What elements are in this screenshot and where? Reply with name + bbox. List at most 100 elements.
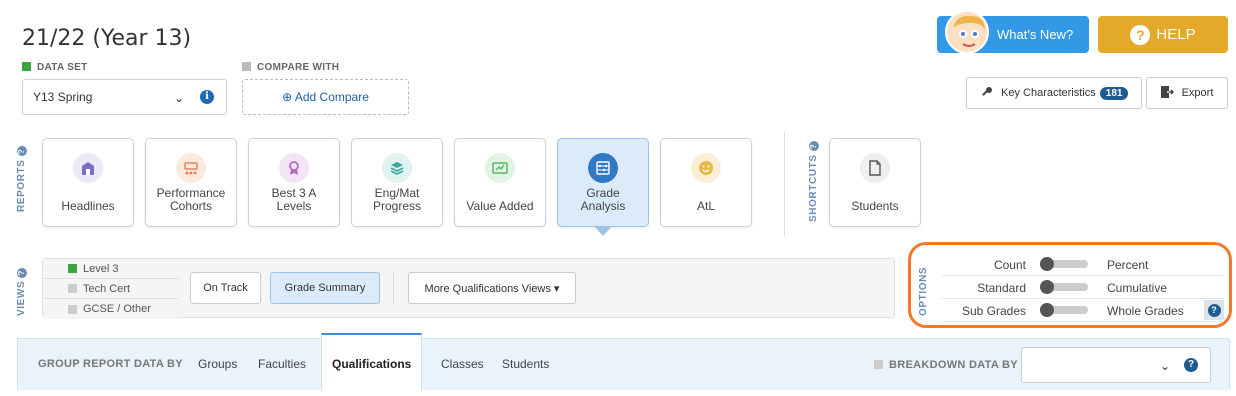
section-divider: [784, 132, 785, 236]
card-line2: Students: [851, 199, 899, 213]
level-color-square: [68, 264, 77, 273]
award-icon: [279, 153, 309, 183]
reports-text: REPORTS: [16, 159, 27, 212]
card-line2: Analysis: [580, 199, 626, 213]
help-label: HELP: [1156, 26, 1196, 43]
key-count-badge: 181: [1099, 86, 1129, 100]
standard-cumulative-toggle[interactable]: [1040, 280, 1088, 294]
help-icon[interactable]: ?: [1184, 358, 1198, 372]
help-button[interactable]: ? HELP: [1098, 16, 1228, 53]
export-label: Export: [1181, 87, 1214, 99]
cohorts-icon: [176, 153, 206, 183]
dataset-label-text: DATA SET: [37, 62, 88, 73]
report-card-value-added[interactable]: Value Added: [454, 138, 546, 227]
breakdown-select[interactable]: ⌄ ?: [1021, 347, 1211, 383]
breakdown-color-square: [874, 360, 883, 369]
help-icon[interactable]: ?: [17, 267, 27, 278]
level-item-tech-cert[interactable]: Tech Cert: [43, 279, 178, 299]
group-by-bar: GROUP REPORT DATA BY Groups Faculties Qu…: [17, 333, 1230, 391]
reports-section-label: REPORTS?: [16, 146, 27, 212]
compare-color-square: [242, 62, 251, 71]
card-line2: AtL: [696, 199, 715, 213]
card-line2: Headlines: [61, 199, 115, 213]
option-right-label: Whole Grades: [1107, 304, 1184, 318]
grade-summary-button[interactable]: Grade Summary: [270, 272, 380, 304]
card-line2: Levels: [276, 199, 312, 213]
option-left-label: Sub Grades: [961, 304, 1026, 318]
toggle-knob: [1040, 257, 1054, 271]
breakdown-label: BREAKDOWN DATA BY: [874, 359, 1018, 371]
chevron-down-icon: ⌄: [173, 91, 184, 105]
tab-students[interactable]: Students: [502, 357, 549, 371]
breakdown-label-text: BREAKDOWN DATA BY: [889, 359, 1018, 371]
toggle-knob: [1040, 303, 1054, 317]
export-button[interactable]: Export: [1146, 77, 1228, 109]
help-icon[interactable]: ?: [809, 141, 819, 152]
abacus-icon: [588, 153, 618, 183]
whats-new-label: What's New?: [997, 27, 1074, 42]
shortcuts-text: SHORTCUTS: [808, 154, 819, 222]
level-label: Level 3: [83, 262, 119, 275]
report-card-performance-cohorts[interactable]: Performance Cohorts: [145, 138, 237, 227]
views-panel: Level 3 Tech Cert GCSE / Other On Track …: [42, 258, 895, 319]
on-track-button[interactable]: On Track: [190, 272, 261, 304]
count-percent-toggle[interactable]: [1040, 257, 1088, 271]
option-row-standard-cumulative: Standard Cumulative: [942, 277, 1224, 299]
report-card-best-3-a-levels[interactable]: Best 3 A Levels: [248, 138, 340, 227]
options-help-button[interactable]: ?: [1204, 300, 1224, 320]
value-added-icon: [485, 153, 515, 183]
key-characteristics-button[interactable]: Key Characteristics 181: [966, 77, 1142, 109]
headlines-icon: [73, 153, 103, 183]
option-left-label: Standard: [977, 281, 1026, 295]
views-divider: [393, 271, 394, 305]
key-characteristics-label: Key Characteristics: [1001, 87, 1096, 99]
option-right-label: Cumulative: [1107, 281, 1168, 295]
subgrades-wholegrades-toggle[interactable]: [1040, 303, 1088, 317]
option-right-label: Percent: [1107, 258, 1149, 272]
help-icon[interactable]: ?: [17, 146, 27, 157]
more-qualifications-views-button[interactable]: More Qualifications Views ▾: [408, 272, 576, 304]
report-card-eng-mat-progress[interactable]: Eng/Mat Progress: [351, 138, 443, 227]
tab-groups[interactable]: Groups: [198, 357, 237, 371]
report-card-headlines[interactable]: Headlines: [42, 138, 134, 227]
level-color-square: [68, 304, 77, 314]
avatar-icon: [945, 10, 989, 54]
add-compare-button[interactable]: ⊕ Add Compare: [242, 79, 409, 115]
info-icon[interactable]: i: [200, 90, 214, 104]
report-card-grade-analysis[interactable]: Grade Analysis: [557, 138, 649, 236]
option-left-label: Count: [993, 258, 1026, 272]
dataset-value: Y13 Spring: [33, 90, 93, 104]
level-list: Level 3 Tech Cert GCSE / Other: [43, 259, 178, 319]
layers-icon: [382, 153, 412, 183]
dataset-select[interactable]: Y13 Spring ⌄ i: [22, 79, 227, 115]
card-line2: Value Added: [466, 199, 534, 213]
tab-classes[interactable]: Classes: [441, 357, 484, 371]
export-icon: [1160, 85, 1174, 101]
shortcuts-section-label: SHORTCUTS?: [808, 141, 819, 222]
help-icon: ?: [1130, 24, 1151, 45]
group-by-label: GROUP REPORT DATA BY: [38, 358, 183, 370]
dataset-label: DATA SET: [22, 62, 88, 73]
smiley-icon: [691, 153, 721, 183]
chevron-down-icon: ⌄: [1159, 359, 1170, 373]
whats-new-button[interactable]: What's New?: [937, 10, 1089, 54]
help-icon: ?: [1207, 303, 1221, 317]
level-item-gcse-other[interactable]: GCSE / Other: [43, 299, 178, 319]
level-item-level-3[interactable]: Level 3: [43, 259, 178, 279]
card-line2: Progress: [372, 199, 422, 213]
level-label: Tech Cert: [83, 282, 131, 295]
views-text: VIEWS: [16, 280, 27, 316]
shortcut-card-students[interactable]: Students: [829, 138, 921, 227]
file-icon: [860, 153, 890, 183]
report-card-atl[interactable]: AtL: [660, 138, 752, 227]
key-icon: [981, 86, 993, 101]
level-color-square: [68, 284, 77, 293]
compare-label: COMPARE WITH: [242, 62, 339, 73]
card-line2: Cohorts: [169, 199, 213, 213]
compare-label-text: COMPARE WITH: [257, 62, 340, 73]
tab-qualifications[interactable]: Qualifications: [321, 333, 423, 391]
tab-faculties[interactable]: Faculties: [258, 357, 306, 371]
dataset-color-square: [22, 62, 31, 71]
option-row-subgrades-wholegrades: Sub Grades Whole Grades ?: [942, 300, 1224, 322]
page-title: 21/22 (Year 13): [22, 26, 192, 51]
